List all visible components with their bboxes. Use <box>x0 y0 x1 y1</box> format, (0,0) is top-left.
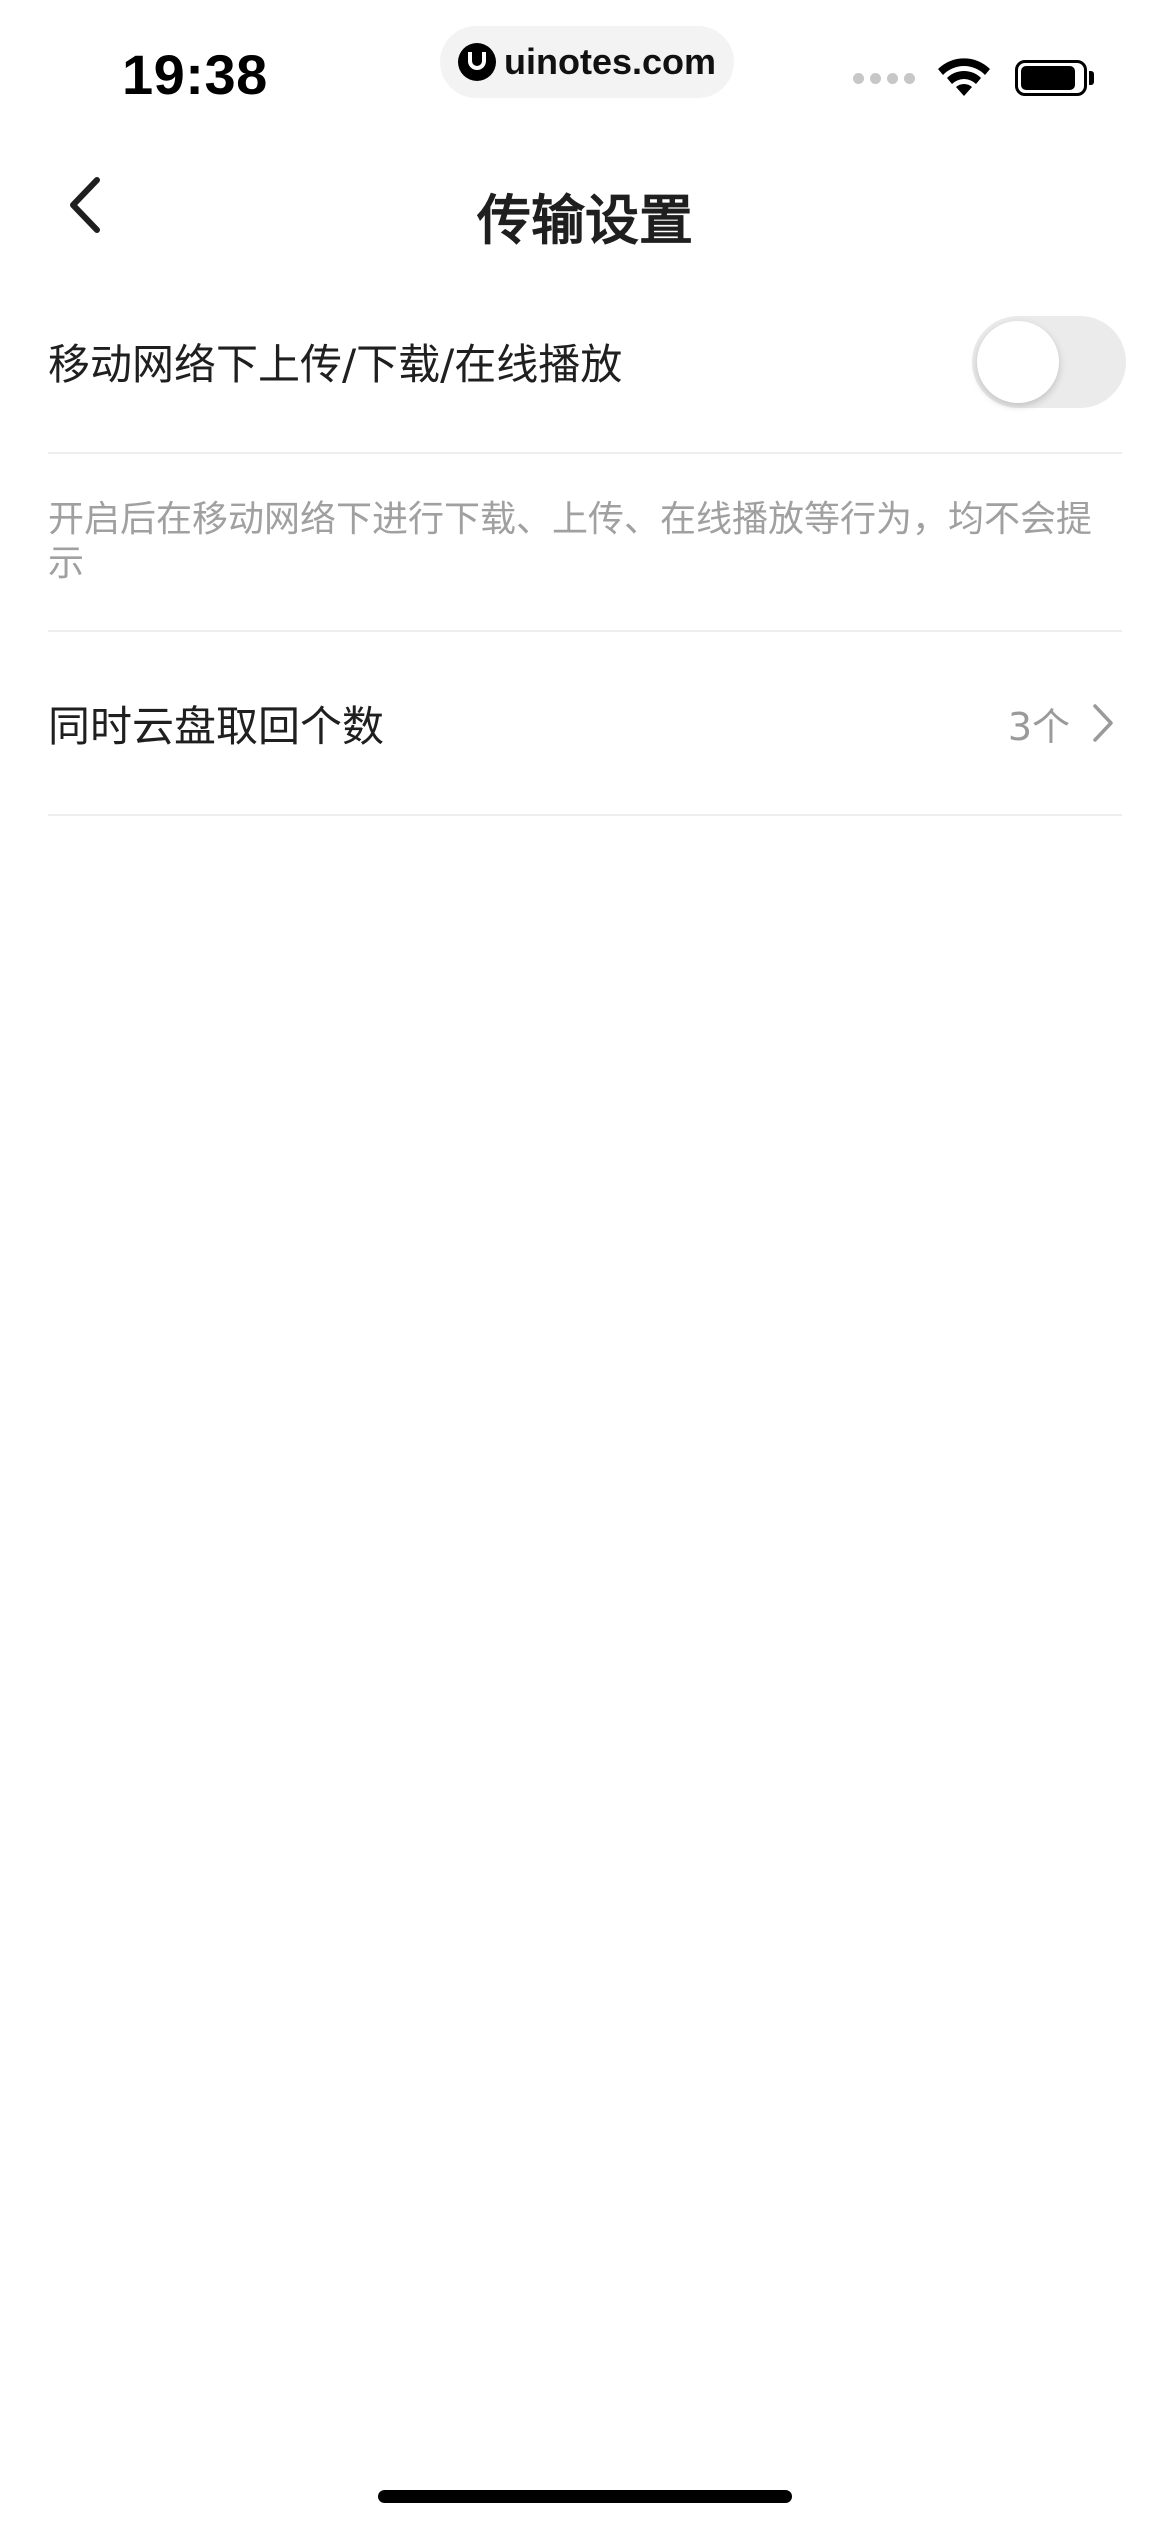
concurrent-retrieval-value-wrap: 3个 <box>1008 632 1116 814</box>
battery-tip <box>1089 71 1094 85</box>
concurrent-retrieval-value: 3个 <box>1007 704 1070 749</box>
signal-icon <box>853 72 915 84</box>
status-bar: 19:38 uinotes.com <box>0 0 1170 140</box>
mobile-network-description: 开启后在移动网络下进行下载、上传、在线播放等行为，均不会提示 <box>48 499 1093 584</box>
concurrent-retrieval-row[interactable]: 同时云盘取回个数 3个 <box>48 632 1122 816</box>
nav-bar: 传输设置 <box>0 150 1170 260</box>
page-title: 传输设置 <box>477 189 693 252</box>
home-indicator <box>378 2490 792 2503</box>
status-indicators <box>853 56 1094 100</box>
mobile-network-description-row: 开启后在移动网络下进行下载、上传、在线播放等行为，均不会提示 <box>48 454 1122 632</box>
site-logo-icon <box>457 43 496 81</box>
battery-icon <box>1015 60 1087 96</box>
mobile-network-toggle[interactable] <box>972 316 1126 408</box>
settings-list: 移动网络下上传/下载/在线播放 开启后在移动网络下进行下载、上传、在线播放等行为… <box>48 270 1126 816</box>
chevron-right-icon <box>1093 704 1113 742</box>
mobile-network-label: 移动网络下上传/下载/在线播放 <box>48 339 623 389</box>
url-text: uinotes.com <box>503 41 717 82</box>
mobile-network-row: 移动网络下上传/下载/在线播放 <box>48 270 1126 454</box>
concurrent-retrieval-label: 同时云盘取回个数 <box>48 701 385 751</box>
url-pill[interactable]: uinotes.com <box>440 26 734 98</box>
status-time: 19:38 <box>122 43 268 106</box>
toggle-knob <box>977 321 1059 403</box>
wifi-icon <box>938 58 990 96</box>
